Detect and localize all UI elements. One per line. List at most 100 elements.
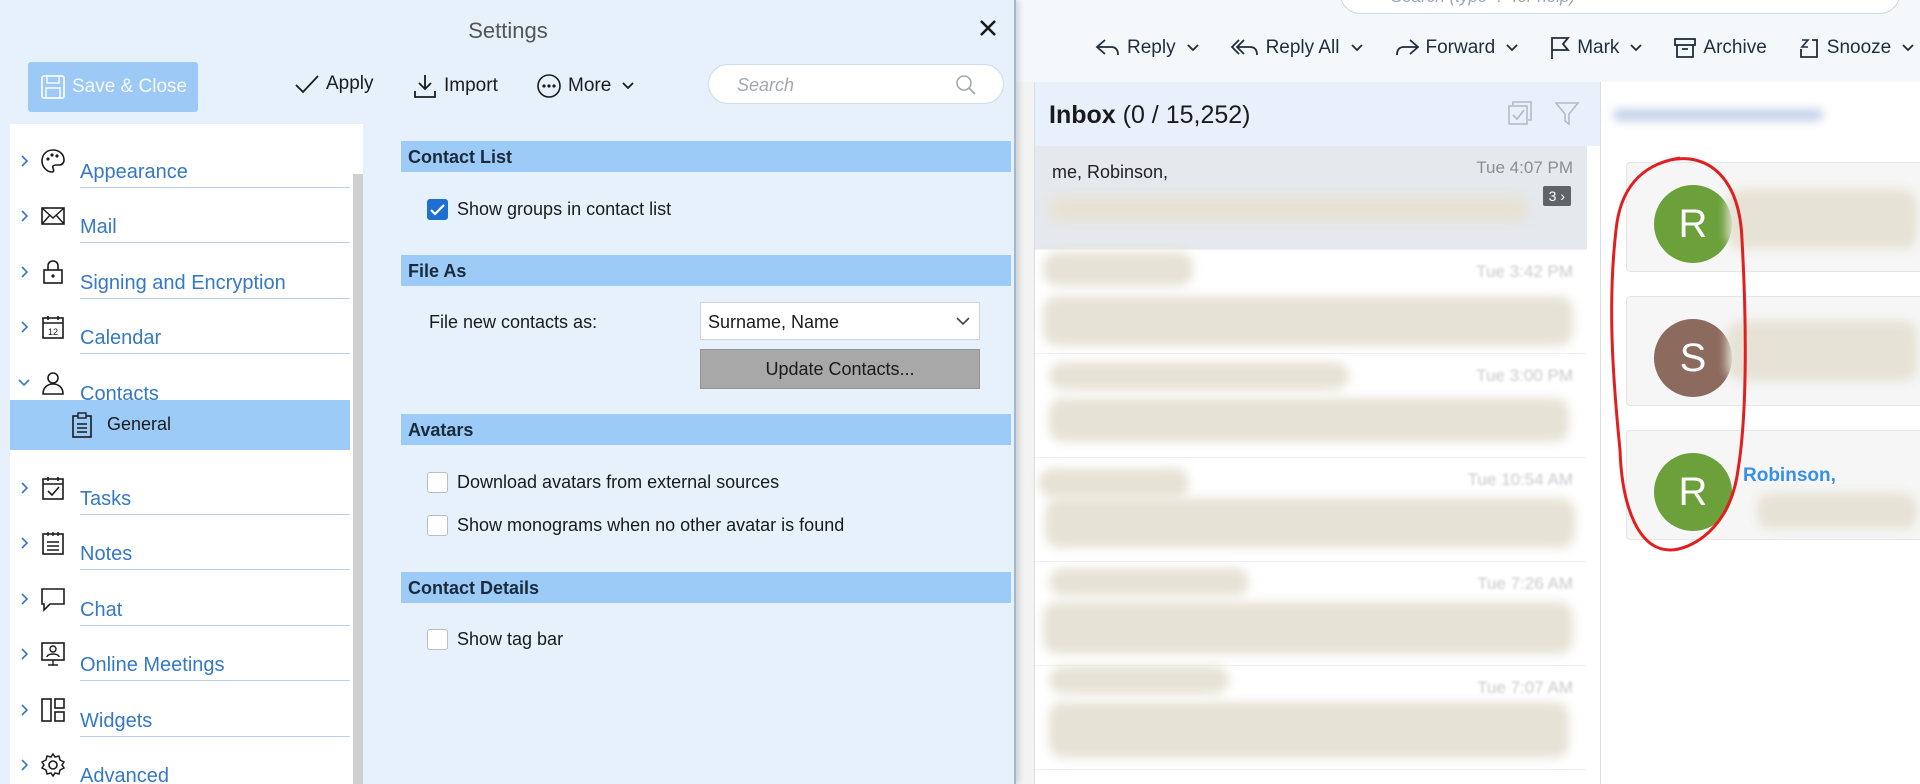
show-tag-bar-checkbox[interactable] <box>427 629 448 650</box>
sidebar-item-label: Online Meetings <box>80 654 225 676</box>
notes-icon <box>42 532 64 555</box>
mail-search-input[interactable]: Search (type '?' for help) <box>1340 0 1900 14</box>
show-groups-option[interactable]: Show groups in contact list <box>427 199 671 220</box>
blurred-contact-info <box>1757 493 1917 529</box>
message-row[interactable]: Tue 3:00 PM <box>1035 354 1587 458</box>
checkmark-icon <box>295 75 319 94</box>
blurred-sender <box>1039 468 1189 498</box>
sidebar-item-chat[interactable]: Chat <box>10 572 350 628</box>
clipboard-icon <box>72 412 92 438</box>
chevron-right-icon <box>21 759 29 771</box>
sidebar-item-label: Mail <box>80 216 117 238</box>
sidebar-item-contacts-general[interactable]: General <box>10 400 350 450</box>
chevron-right-icon <box>21 537 29 549</box>
show-monograms-checkbox[interactable] <box>427 515 448 536</box>
mark-label: Mark <box>1577 37 1620 58</box>
divider <box>80 625 350 626</box>
file-as-dropdown[interactable]: Surname, Name <box>700 302 980 340</box>
section-header-file-as: File As <box>401 255 1011 286</box>
message-time: Tue 3:42 PM <box>1476 262 1573 281</box>
sidebar-item-mail[interactable]: Mail <box>10 189 350 245</box>
reply-all-icon <box>1230 39 1258 56</box>
sidebar-item-signing-encryption[interactable]: Signing and Encryption <box>10 245 350 301</box>
sidebar-item-online-meetings[interactable]: Online Meetings <box>10 627 350 683</box>
sidebar-item-advanced[interactable]: Advanced <box>10 738 350 784</box>
forward-button[interactable]: Forward <box>1394 37 1520 59</box>
message-time: Tue 7:07 AM <box>1477 678 1573 697</box>
dialog-title: Settings <box>468 18 548 43</box>
message-row[interactable]: me, Robinson, Tue 4:07 PM 3 › <box>1035 146 1587 250</box>
chevron-right-icon <box>21 593 29 605</box>
close-icon <box>980 20 996 36</box>
update-contacts-button[interactable]: Update Contacts... <box>700 349 980 389</box>
sidebar-scrollbar[interactable] <box>353 174 363 784</box>
sidebar-item-tasks[interactable]: Tasks <box>10 461 350 517</box>
download-avatars-label: Download avatars from external sources <box>457 472 780 492</box>
chevron-right-icon <box>21 210 29 222</box>
sidebar-item-label: Chat <box>80 599 123 621</box>
sidebar-item-label: Widgets <box>80 710 153 732</box>
person-icon <box>42 372 64 395</box>
divider <box>80 187 350 188</box>
archive-button[interactable]: Archive <box>1673 36 1767 60</box>
blurred-preview <box>1049 398 1569 442</box>
thread-count-badge: 3 › <box>1542 186 1571 206</box>
chevron-right-icon <box>21 704 29 716</box>
sidebar-item-appearance[interactable]: Appearance <box>10 134 350 190</box>
chevron-right-icon <box>21 648 29 660</box>
red-annotation-circle <box>1610 156 1747 552</box>
show-tag-bar-label: Show tag bar <box>457 629 564 649</box>
blurred-preview <box>1043 602 1573 654</box>
import-button[interactable]: Import <box>412 73 498 99</box>
download-avatars-option[interactable]: Download avatars from external sources <box>427 472 779 493</box>
reply-all-label: Reply All <box>1265 37 1340 58</box>
save-close-label: Save & Close <box>72 76 188 97</box>
sidebar-item-notes[interactable]: Notes <box>10 516 350 572</box>
archive-icon <box>1674 38 1697 58</box>
sidebar-item-label: Tasks <box>80 488 132 510</box>
meeting-icon <box>41 642 65 666</box>
forward-icon <box>1395 39 1419 56</box>
message-row[interactable]: Tue 7:26 AM <box>1035 562 1587 666</box>
chevron-down-icon <box>1186 44 1199 52</box>
import-label: Import <box>444 75 498 96</box>
divider <box>80 242 350 243</box>
select-all-icon[interactable] <box>1505 99 1535 129</box>
settings-dialog: Settings Save & Close Apply Import More … <box>0 0 1016 784</box>
show-groups-checkbox[interactable] <box>427 199 448 220</box>
save-close-button[interactable]: Save & Close <box>28 62 198 112</box>
sidebar-item-widgets[interactable]: Widgets <box>10 683 350 739</box>
palette-icon <box>41 149 65 173</box>
reply-all-button[interactable]: Reply All <box>1230 37 1364 59</box>
message-row[interactable]: Tue 10:54 AM <box>1035 458 1587 562</box>
settings-search-input[interactable] <box>737 73 957 97</box>
sidebar-item-calendar[interactable]: 12 Calendar <box>10 300 350 356</box>
file-as-value: Surname, Name <box>708 312 840 332</box>
mark-button[interactable]: Mark <box>1549 36 1643 60</box>
download-avatars-checkbox[interactable] <box>427 472 448 493</box>
apply-button[interactable]: Apply <box>294 73 374 95</box>
search-icon[interactable] <box>955 74 977 96</box>
section-header-contact-details: Contact Details <box>401 572 1011 603</box>
show-monograms-label: Show monograms when no other avatar is f… <box>457 515 845 535</box>
show-monograms-option[interactable]: Show monograms when no other avatar is f… <box>427 515 844 536</box>
message-row[interactable]: Tue 7:07 AM <box>1035 666 1587 770</box>
save-icon <box>41 75 65 99</box>
chevron-down-icon <box>1630 44 1643 52</box>
divider <box>80 736 350 737</box>
chevron-right-icon <box>21 321 29 333</box>
settings-search[interactable] <box>708 64 1004 104</box>
more-button[interactable]: More <box>536 73 641 99</box>
blurred-preview <box>1045 498 1575 548</box>
divider <box>80 298 350 299</box>
show-tag-bar-option[interactable]: Show tag bar <box>427 629 563 650</box>
flag-icon <box>1551 37 1571 59</box>
section-header-avatars: Avatars <box>401 414 1011 445</box>
reply-button[interactable]: Reply <box>1095 37 1200 59</box>
message-row[interactable]: Tue 3:42 PM <box>1035 250 1587 354</box>
snooze-button[interactable]: Snooze <box>1797 36 1915 60</box>
task-icon <box>42 477 64 500</box>
close-button[interactable] <box>974 14 1002 42</box>
reply-label: Reply <box>1127 37 1176 58</box>
filter-icon[interactable] <box>1553 99 1581 129</box>
